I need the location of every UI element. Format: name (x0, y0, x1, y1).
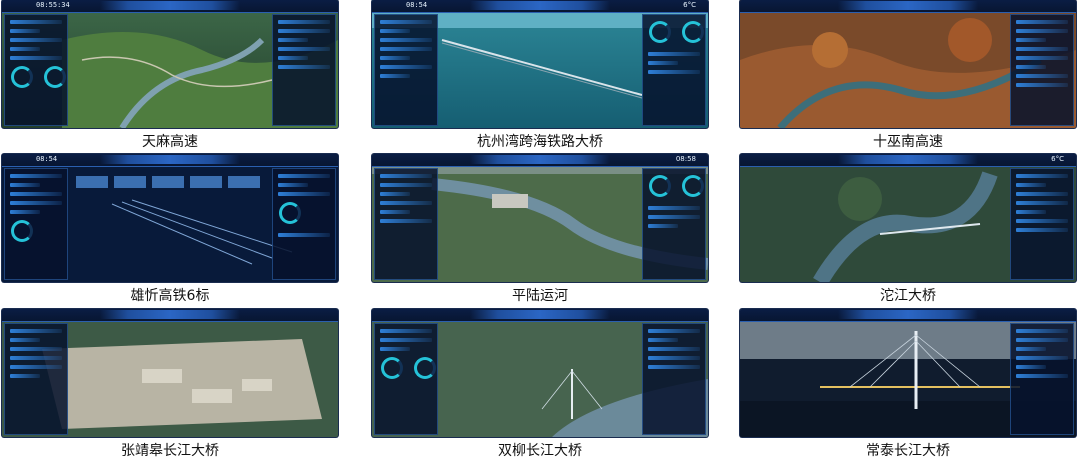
temperature-readout: 6°C (1051, 155, 1064, 163)
hud-header: 6°C (740, 154, 1076, 167)
temperature-readout: 6°C (683, 1, 696, 9)
left-info-panel (374, 168, 438, 280)
hud-header (740, 0, 1076, 13)
clock-readout: 08:58 (675, 155, 696, 163)
project-card-7: 张靖皋长江大桥 (2, 309, 338, 461)
project-caption: 十巫南高速 (873, 134, 943, 150)
hud-header (2, 309, 338, 322)
left-info-panel (374, 14, 438, 126)
dashboard-screenshot (740, 0, 1076, 128)
ring-gauge-icon (381, 357, 403, 379)
project-caption: 张靖皋长江大桥 (121, 443, 219, 459)
dashboard-screenshot: 08:54 6°C (372, 0, 708, 128)
project-caption: 常泰长江大桥 (866, 443, 950, 459)
project-caption: 沱江大桥 (880, 288, 936, 304)
left-info-panel (4, 14, 68, 126)
left-info-panel (374, 323, 438, 435)
project-card-4: 08:54 雄忻高铁6标 (2, 154, 338, 306)
project-card-9: 常泰长江大桥 (740, 309, 1076, 461)
project-caption: 雄忻高铁6标 (130, 288, 210, 304)
platform-title-banner (838, 310, 978, 319)
ring-gauge-icon (279, 202, 301, 224)
ring-gauge-icon (649, 175, 671, 197)
platform-title-banner (838, 155, 978, 164)
ring-gauge-icon (682, 175, 705, 197)
right-info-panel (642, 323, 706, 435)
project-caption: 双柳长江大桥 (498, 443, 582, 459)
platform-title-banner (470, 310, 610, 319)
platform-title-banner (100, 155, 240, 164)
left-info-panel (4, 168, 68, 280)
ring-gauge-icon (649, 21, 671, 43)
platform-title-banner (470, 1, 610, 10)
dashboard-screenshot: 08:55:34 (2, 0, 338, 128)
project-caption: 天麻高速 (142, 134, 198, 150)
clock-readout: 08:54 (36, 155, 58, 163)
platform-title-banner (100, 1, 240, 10)
dashboard-screenshot: 6°C (740, 154, 1076, 282)
clock-readout: 08:55:34 (36, 1, 70, 9)
hud-header: 08:54 (2, 154, 338, 167)
project-card-2: 08:54 6°C 杭州湾跨海铁路大桥 (372, 0, 708, 152)
project-card-5: 08:58 平陆运河 (372, 154, 708, 306)
right-info-panel (1010, 14, 1074, 126)
project-caption: 平陆运河 (512, 288, 568, 304)
clock-readout: 08:54 (406, 1, 428, 9)
ring-gauge-icon (11, 220, 33, 242)
project-card-6: 6°C 沱江大桥 (740, 154, 1076, 306)
project-card-3: 十巫南高速 (740, 0, 1076, 152)
platform-title-banner (470, 155, 610, 164)
platform-title-banner (100, 310, 240, 319)
hud-header (372, 309, 708, 322)
hud-header (740, 309, 1076, 322)
ring-gauge-icon (11, 66, 33, 88)
dashboard-screenshot (372, 309, 708, 437)
dashboard-screenshot (2, 309, 338, 437)
project-card-8: 双柳长江大桥 (372, 309, 708, 461)
ring-gauge-icon (682, 21, 705, 43)
right-info-panel (1010, 168, 1074, 280)
right-info-panel (272, 14, 336, 126)
right-info-panel (1010, 323, 1074, 435)
ring-gauge-icon (414, 357, 437, 379)
dashboard-screenshot (740, 309, 1076, 437)
right-info-panel (642, 14, 706, 126)
project-caption: 杭州湾跨海铁路大桥 (477, 134, 603, 150)
dashboard-screenshot: 08:54 (2, 154, 338, 282)
project-card-1: 08:55:34 天麻高速 (2, 0, 338, 152)
hud-header: 08:54 6°C (372, 0, 708, 13)
hud-header: 08:55:34 (2, 0, 338, 13)
project-screenshot-grid: 08:55:34 天麻高速 08:54 6°C 杭州湾跨海铁路大桥 十巫南高速 … (0, 0, 1080, 461)
right-info-panel (272, 168, 336, 280)
left-info-panel (4, 323, 68, 435)
right-info-panel (642, 168, 706, 280)
hud-header: 08:58 (372, 154, 708, 167)
ring-gauge-icon (44, 66, 67, 88)
dashboard-screenshot: 08:58 (372, 154, 708, 282)
platform-title-banner (838, 1, 978, 10)
